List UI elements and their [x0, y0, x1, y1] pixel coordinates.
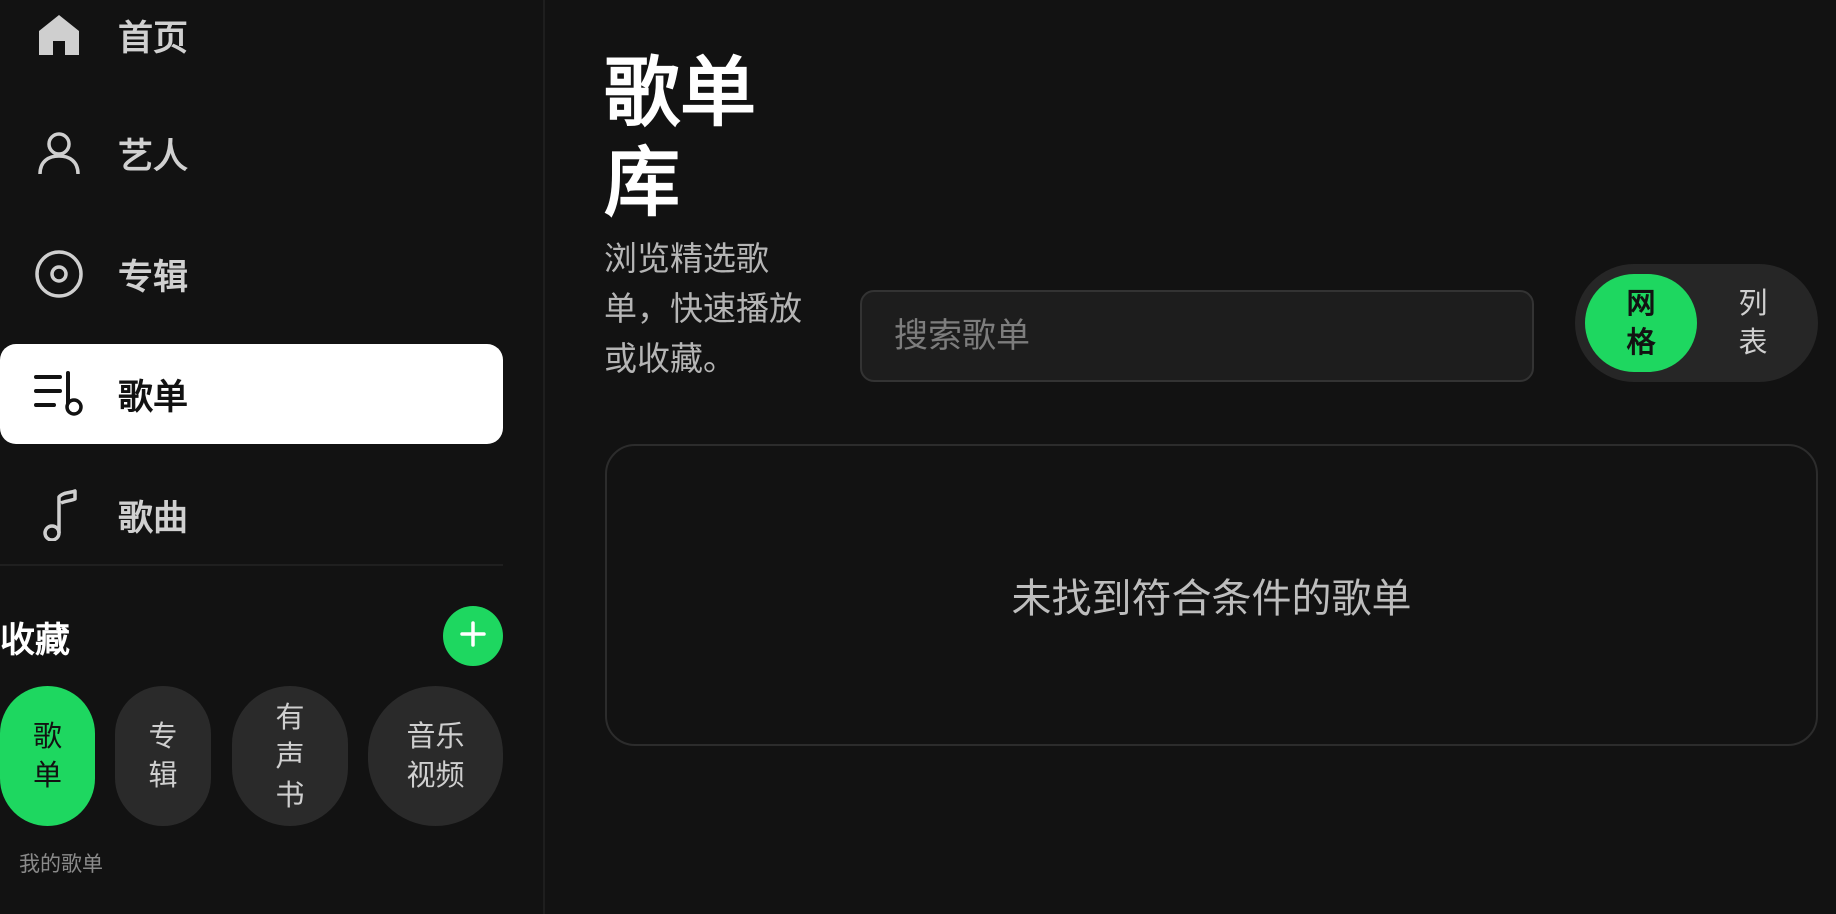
- filter-chip-music-videos[interactable]: 音乐视频: [368, 686, 503, 826]
- sidebar-item-label: 首页: [118, 18, 189, 59]
- playlist-icon: [32, 367, 86, 421]
- sidebar-item-home[interactable]: 首页: [0, 0, 503, 85]
- filter-chip-audiobooks[interactable]: 有声书: [232, 686, 348, 826]
- sidebar-item-label: 歌单: [118, 377, 189, 418]
- plus-icon: [459, 620, 487, 652]
- grid-view-button[interactable]: 网格: [1585, 274, 1697, 372]
- empty-state-panel: 未找到符合条件的歌单: [605, 444, 1818, 746]
- favorites-title: 收藏: [0, 621, 71, 661]
- sidebar-item-label: 歌曲: [118, 498, 189, 539]
- music-note-icon: [32, 488, 86, 542]
- page-title: 歌单库: [604, 48, 756, 227]
- view-toggle: 网格 列表: [1575, 264, 1818, 382]
- empty-state-message: 未找到符合条件的歌单: [1011, 576, 1412, 622]
- sidebar-item-artists[interactable]: 艺人: [0, 103, 503, 203]
- sidebar-item-label: 专辑: [118, 257, 189, 298]
- list-view-button[interactable]: 列表: [1697, 274, 1809, 372]
- filter-chip-albums[interactable]: 专辑: [115, 686, 211, 826]
- page-description: 浏览精选歌单，快速播放或收藏。: [604, 239, 802, 378]
- sidebar: 首页 艺人 专辑 歌单 歌曲 收藏 歌单 专辑 有声书 音乐视频 我的歌单: [0, 0, 545, 914]
- add-favorite-button[interactable]: [443, 606, 503, 666]
- toggle-label: 网格: [1626, 286, 1656, 359]
- search-input[interactable]: [892, 315, 1496, 357]
- sidebar-divider: [0, 564, 503, 566]
- sidebar-item-albums[interactable]: 专辑: [0, 224, 503, 324]
- filter-chip-playlists[interactable]: 歌单: [0, 686, 95, 826]
- home-icon: [32, 8, 86, 62]
- chip-label: 有声书: [275, 699, 305, 812]
- chip-label: 歌单: [32, 719, 62, 792]
- chip-label: 音乐视频: [406, 719, 465, 792]
- user-icon: [32, 126, 86, 180]
- toggle-label: 列表: [1738, 286, 1768, 359]
- sidebar-item-songs[interactable]: 歌曲: [0, 465, 503, 565]
- my-playlists-label: 我的歌单: [19, 852, 103, 876]
- sidebar-item-label: 艺人: [118, 136, 189, 177]
- disc-icon: [32, 247, 86, 301]
- chip-label: 专辑: [148, 719, 178, 792]
- search-box[interactable]: [860, 290, 1534, 382]
- sidebar-item-playlists[interactable]: 歌单: [0, 344, 503, 444]
